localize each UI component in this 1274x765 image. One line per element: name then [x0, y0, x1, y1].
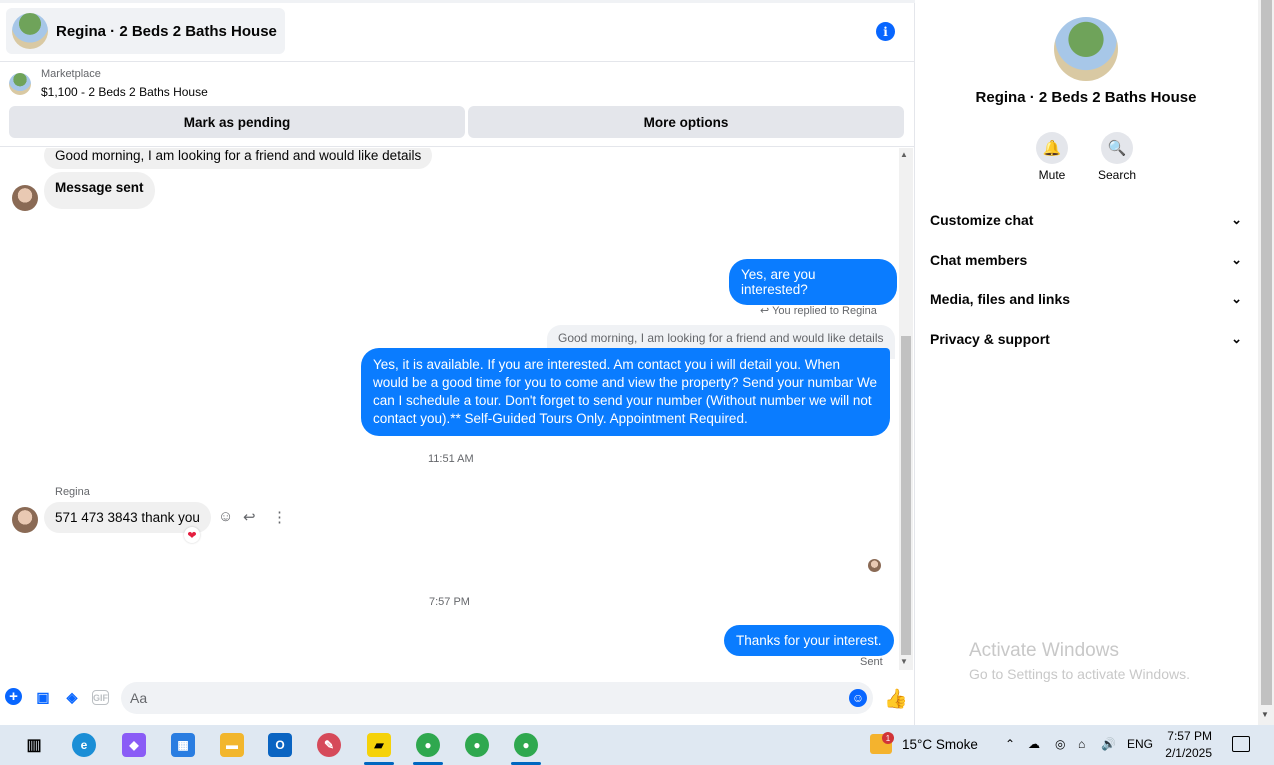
react-icon[interactable]: ☺: [218, 508, 233, 525]
message-outgoing[interactable]: Yes, are you interested?: [729, 259, 897, 305]
timestamp: 7:57 PM: [429, 596, 470, 608]
weather-text[interactable]: 15°C Smoke: [902, 737, 978, 752]
marketplace-banner: Marketplace $1,100 - 2 Beds 2 Baths Hous…: [0, 65, 915, 147]
plus-icon[interactable]: +: [5, 688, 22, 705]
heart-reaction-icon[interactable]: ❤: [184, 527, 200, 543]
message-outgoing[interactable]: Yes, it is available. If you are interes…: [361, 348, 890, 436]
info-icon[interactable]: i: [876, 22, 895, 41]
paint-icon[interactable]: ✎: [317, 733, 341, 757]
outlook-icon[interactable]: O: [268, 733, 292, 757]
chevron-up-icon[interactable]: ⌃: [1005, 737, 1015, 751]
emoji-icon[interactable]: ☺: [849, 689, 867, 707]
network-icon[interactable]: ⌂: [1078, 737, 1085, 751]
read-receipt-avatar: [868, 559, 881, 572]
more-options-button[interactable]: More options: [468, 106, 904, 138]
menu-label: Media, files and links: [930, 291, 1071, 307]
menu-privacy-support[interactable]: Privacy & support ⌄: [930, 328, 1242, 350]
edge-icon[interactable]: e: [72, 733, 96, 757]
reply-indicator: ↩ You replied to Regina: [760, 304, 877, 317]
message-scrollbar-thumb[interactable]: [901, 336, 911, 655]
message-status: Sent: [860, 656, 883, 668]
menu-label: Customize chat: [930, 212, 1034, 228]
page-scrollbar-thumb[interactable]: [1261, 0, 1272, 705]
sender-avatar[interactable]: [12, 185, 38, 211]
reply-icon: ↩: [760, 305, 770, 317]
chat-header: Regina · 2 Beds 2 Baths House i: [0, 0, 915, 62]
message-incoming[interactable]: Message sent: [44, 172, 155, 209]
copilot-icon[interactable]: ◆: [122, 733, 146, 757]
chat-column: Regina · 2 Beds 2 Baths House i Marketpl…: [0, 0, 915, 725]
marketplace-label: Marketplace: [41, 68, 101, 80]
store-icon[interactable]: ▦: [171, 733, 195, 757]
sender-name: Regina: [55, 486, 90, 498]
activate-windows-title: Activate Windows: [969, 640, 1119, 661]
menu-media-files-links[interactable]: Media, files and links ⌄: [930, 288, 1242, 310]
composer: + ▣ ◈ GIF ☺ 👍: [0, 680, 915, 716]
chrome-icon[interactable]: ●: [514, 733, 538, 757]
clock-time: 7:57 PM: [1167, 729, 1212, 743]
reply-icon[interactable]: ↩: [243, 508, 256, 526]
volume-icon[interactable]: 🔊: [1101, 737, 1116, 751]
chevron-down-icon: ⌄: [1231, 252, 1242, 267]
language-indicator[interactable]: ENG: [1127, 737, 1153, 751]
chevron-down-icon: ⌄: [1231, 212, 1242, 227]
taskbar: ▥ e ◆ ▦ ▬ O ✎ ▰ ● ● ● 1 15°C Smoke ⌃ ☁ ◎…: [0, 725, 1274, 765]
more-actions-icon[interactable]: ⋮: [272, 508, 287, 526]
listing-title[interactable]: $1,100 - 2 Beds 2 Baths House: [41, 85, 208, 99]
chat-info-panel: Regina · 2 Beds 2 Baths House 🔔 Mute 🔍 S…: [916, 0, 1258, 725]
activate-windows-subtitle: Go to Settings to activate Windows.: [969, 666, 1190, 682]
message-incoming[interactable]: Good morning, I am looking for a friend …: [44, 148, 433, 169]
conversation-title: Regina · 2 Beds 2 Baths House: [56, 22, 277, 40]
chrome-icon[interactable]: ●: [416, 733, 440, 757]
chevron-down-icon: ⌄: [1231, 331, 1242, 346]
conversation-title-button[interactable]: Regina · 2 Beds 2 Baths House: [6, 8, 285, 54]
bell-icon[interactable]: 🔔: [1036, 132, 1068, 164]
scroll-down-icon[interactable]: ▼: [900, 657, 908, 666]
sticker-icon[interactable]: ◈: [63, 688, 81, 706]
messenger-window: Regina · 2 Beds 2 Baths House i Marketpl…: [0, 0, 1274, 725]
panel-title: Regina · 2 Beds 2 Baths House: [975, 89, 1197, 106]
thumbs-up-icon[interactable]: 👍: [884, 687, 908, 711]
chevron-down-icon: ⌄: [1231, 291, 1242, 306]
message-outgoing[interactable]: Thanks for your interest.: [724, 625, 894, 656]
search-label: Search: [1097, 168, 1137, 182]
notification-icon[interactable]: [1232, 736, 1250, 752]
task-view-icon[interactable]: ▥: [22, 733, 46, 757]
conversation-avatar: [12, 13, 48, 49]
message-list: Good morning, I am looking for a friend …: [0, 148, 897, 670]
sender-avatar[interactable]: [12, 507, 38, 533]
timestamp: 11:51 AM: [428, 453, 474, 465]
listing-thumbnail[interactable]: [9, 73, 31, 95]
panel-avatar[interactable]: [1054, 17, 1118, 81]
menu-customize-chat[interactable]: Customize chat ⌄: [930, 209, 1242, 231]
photo-icon[interactable]: ▣: [34, 688, 52, 706]
menu-label: Privacy & support: [930, 331, 1050, 347]
clock[interactable]: 7:57 PM 2/1/2025: [1160, 728, 1212, 762]
message-input[interactable]: [121, 682, 873, 714]
clock-date: 2/1/2025: [1165, 746, 1212, 760]
chrome-icon[interactable]: ●: [465, 733, 489, 757]
weather-badge: 1: [882, 732, 894, 744]
menu-chat-members[interactable]: Chat members ⌄: [930, 249, 1242, 271]
meet-icon[interactable]: ◎: [1055, 737, 1065, 751]
reply-indicator-text: You replied to Regina: [772, 305, 877, 317]
gif-icon[interactable]: GIF: [92, 690, 109, 705]
scroll-down-icon[interactable]: ▼: [1261, 710, 1269, 719]
menu-label: Chat members: [930, 252, 1028, 268]
mute-label: Mute: [1038, 168, 1066, 182]
file-explorer-icon[interactable]: ▬: [220, 733, 244, 757]
onedrive-icon[interactable]: ☁: [1028, 737, 1040, 751]
mark-as-pending-button[interactable]: Mark as pending: [9, 106, 465, 138]
sticky-notes-icon[interactable]: ▰: [367, 733, 391, 757]
scroll-up-icon[interactable]: ▲: [900, 150, 908, 159]
search-icon[interactable]: 🔍: [1101, 132, 1133, 164]
